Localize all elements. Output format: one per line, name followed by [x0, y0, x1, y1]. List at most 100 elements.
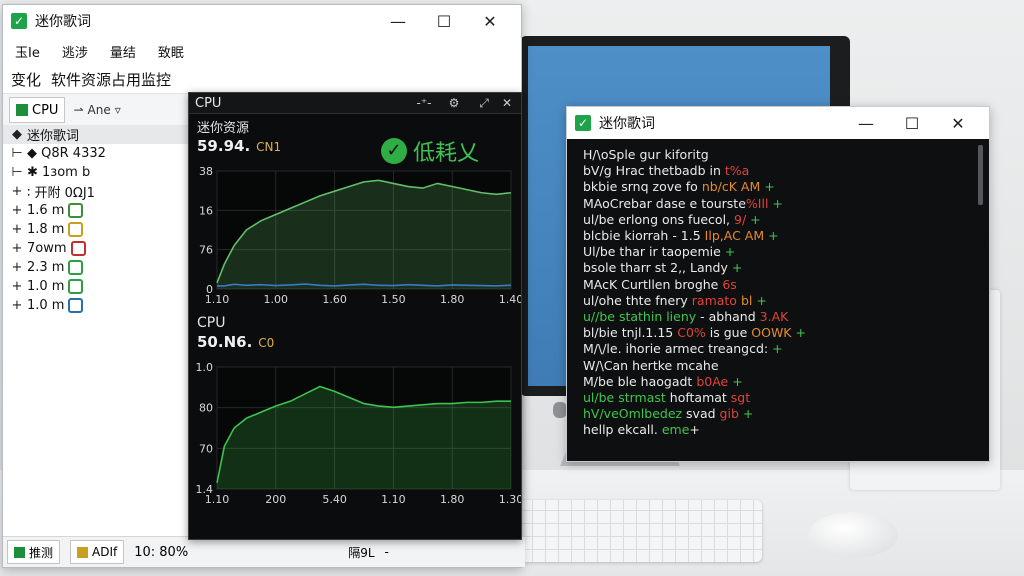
lyrics-window: ✓ 迷你歌词 — ☐ ✕ H/\oSple gur kiforitg bV/g H… [566, 106, 990, 462]
tree-row[interactable]: +7owm [3, 239, 189, 258]
tree-row[interactable]: + ∶ 开附 0ΩJ1 [3, 182, 189, 201]
lyrics-segment: is gue [705, 325, 748, 341]
menu-item-1[interactable]: 玉Ie [15, 42, 40, 61]
lyrics-segment: hellp ekcall. [583, 422, 662, 438]
close-icon[interactable]: ✕ [935, 114, 981, 133]
cpu-icon [16, 104, 28, 116]
lyrics-line: ul/be erlong ons fuecol, 9/ + [583, 212, 973, 228]
settings-icon[interactable]: ⚙ [439, 96, 469, 110]
lyrics-segment: H/\oSple gur kiforitg [583, 147, 709, 162]
pin-icon[interactable]: -⁺- [409, 96, 439, 110]
lyrics-segment: blcbie kiorrah - 1.5 [583, 228, 705, 244]
minimize-icon[interactable]: — [843, 114, 889, 133]
main-window-titlebar[interactable]: ✓ 迷你歌词 — ☐ ✕ [3, 5, 521, 37]
tree-expander[interactable]: + [11, 241, 23, 256]
tree-row-label: 1.8 m [27, 222, 65, 237]
tree-expander[interactable]: ⊢ [11, 165, 23, 180]
tree-expander[interactable]: + [11, 260, 23, 275]
menu-item-3[interactable]: 量结 [110, 42, 136, 61]
lyrics-segment: gib [719, 406, 739, 422]
lyrics-line: blcbie kiorrah - 1.5 Ilp,AC AM + [583, 228, 973, 244]
app-check-icon: ✓ [11, 13, 27, 29]
tree-row[interactable]: +1.0 m [3, 296, 189, 315]
lyrics-window-titlebar[interactable]: ✓ 迷你歌词 — ☐ ✕ [567, 107, 989, 139]
lyrics-segment: %Ill [745, 195, 769, 211]
lyrics-segment: MAoCrebar dase e tourste [583, 195, 746, 211]
lyrics-segment: ul/be strmast [583, 390, 670, 406]
tree-expander[interactable]: + [11, 279, 23, 294]
tree-row[interactable]: ◆ 迷你歌词 [3, 125, 189, 144]
lyrics-window-title: 迷你歌词 [599, 116, 655, 132]
lyrics-segment: + [728, 373, 743, 389]
status-button-2[interactable]: ADIf [70, 540, 125, 564]
tree-row[interactable]: +1.8 m [3, 220, 189, 239]
x-tick-label: 1.50 [381, 293, 406, 306]
tree-expander[interactable]: ⊢ [11, 146, 23, 161]
tree-expander[interactable]: ◆ [11, 127, 23, 142]
tree-row[interactable]: +2.3 m [3, 258, 189, 277]
y-tick-label: 70 [199, 442, 213, 455]
lyrics-segment: C0% [677, 325, 706, 341]
lyrics-segment: ul/ohe thte fnery [583, 292, 692, 308]
status-dash: - [384, 545, 389, 559]
lyrics-segment: Ilp,AC AM [704, 228, 765, 244]
lyrics-line: Ul/be thar ir taopemie + [583, 244, 973, 260]
lyrics-segment: hV/veOmlbedez [583, 406, 687, 422]
maximize-icon[interactable]: ☐ [889, 114, 935, 133]
close-icon[interactable]: ✕ [467, 12, 513, 31]
menu-bar: 玉Ie 逃涉 量结 致眠 [3, 37, 521, 65]
lyrics-segment: ramato [691, 292, 741, 308]
status-badge-icon [68, 222, 84, 237]
minimize-icon[interactable]: — [375, 12, 421, 31]
section1-label: 迷你资源 [197, 121, 250, 136]
lyrics-segment: bkbie srnq zove fo [583, 179, 702, 195]
lyrics-segment: + [764, 228, 779, 244]
low-usage-badge: ✓ 低耗乂 [381, 135, 479, 167]
lyrics-segment: u//be stathin lieny [583, 309, 701, 325]
tree-expander[interactable]: + [11, 184, 23, 199]
cpu-panel-titlebar[interactable]: CPU -⁺- ⚙ ⤢ ✕ [189, 93, 521, 114]
cpu-chart-1: 1.10 1.00 1.60 1.50 1.80 1.400761638 [199, 165, 521, 306]
lyrics-line: MAoCrebar dase e tourste%Ill + [583, 196, 973, 212]
maximize-icon[interactable]: ☐ [421, 12, 467, 31]
filter-dropdown[interactable]: ⇀ Ane ▿ [73, 103, 120, 117]
menu-item-4[interactable]: 致眠 [158, 42, 184, 61]
tree-expander[interactable]: + [11, 203, 23, 218]
tree-row-label: 1.6 m [27, 203, 65, 218]
cpu-chart-2: 1.10 200 5.40 1.10 1.80 1.301.470801.0 [196, 361, 522, 506]
cpu-toolbar-button[interactable]: CPU [9, 97, 66, 123]
status-right-text: 隔9L [348, 545, 375, 560]
tree-row[interactable]: +1.0 m [3, 277, 189, 296]
lyrics-segment: + [752, 292, 767, 308]
tree-row[interactable]: ⊢ ◆ Q8R 4332 [3, 144, 189, 163]
status-badge-icon [68, 260, 84, 275]
lyrics-line: bkbie srnq zove fo nb/cK AM + [583, 179, 973, 195]
lyrics-segment: 6s [722, 276, 737, 292]
scrollbar[interactable] [978, 145, 983, 205]
tree-expander[interactable]: + [11, 222, 23, 237]
x-tick-label: 1.30 [499, 493, 521, 506]
lyrics-segment: sgt [730, 390, 751, 406]
lyrics-segment: M/be ble haogadt [583, 373, 697, 389]
cpu-monitor-panel: CPU -⁺- ⚙ ⤢ ✕ 迷你资源 59.94. CN1 ✓ 低耗乂 1.10 1… [188, 92, 522, 540]
lyrics-segment: b0Ae [696, 373, 729, 389]
lyrics-line: hV/veOmlbedez svad gib + [583, 406, 973, 422]
tree-row-label: ∶ 开附 0ΩJ1 [27, 186, 95, 201]
lyrics-segment: ul/be erlong ons fuecol, [583, 211, 731, 227]
lyrics-text: H/\oSple gur kiforitg bV/g Hrac thetbadb … [583, 147, 973, 439]
lyrics-segment: hoftamat [669, 390, 731, 406]
status-button-1[interactable]: 推测 [7, 540, 61, 564]
close-icon[interactable]: ✕ [499, 96, 515, 110]
expand-icon[interactable]: ⤢ [469, 96, 499, 111]
menu-item-2[interactable]: 逃涉 [62, 42, 88, 61]
section2-unit: C0 [258, 336, 275, 350]
filter-icon: ⇀ [73, 103, 84, 117]
status-badge-icon [68, 203, 84, 218]
status-bar: 推测 ADIf 10: 80% 隔9L - [3, 536, 525, 567]
lyrics-segment: + [791, 325, 806, 341]
tree-row[interactable]: +1.6 m [3, 201, 189, 220]
tree-expander[interactable]: + [11, 298, 23, 313]
lyrics-segment: + [760, 179, 775, 195]
tree-row[interactable]: ⊢ ✱ 1зom b [3, 163, 189, 182]
x-tick-label: 1.60 [322, 293, 347, 306]
